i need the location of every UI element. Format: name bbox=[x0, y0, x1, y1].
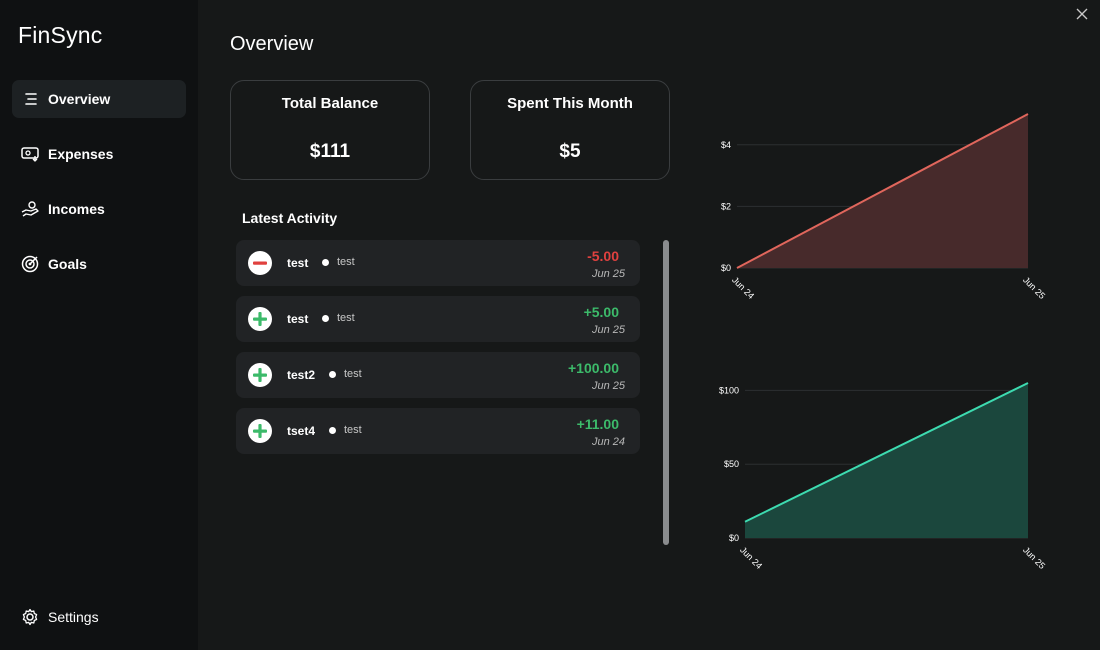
sidebar-item-label: Incomes bbox=[48, 201, 105, 217]
activity-date: Jun 25 bbox=[591, 268, 625, 280]
page-title: Overview bbox=[230, 33, 314, 55]
gear-icon bbox=[21, 608, 39, 626]
activity-category: test bbox=[329, 368, 362, 380]
category-label: test bbox=[337, 312, 355, 324]
spent-this-month-card: Spent This Month $5 bbox=[470, 80, 670, 180]
activity-category: test bbox=[329, 424, 362, 436]
minus-icon bbox=[248, 251, 272, 275]
category-dot bbox=[322, 258, 329, 266]
activity-date: Jun 25 bbox=[591, 380, 625, 392]
card-value: $111 bbox=[309, 141, 351, 162]
category-dot bbox=[329, 370, 336, 378]
x-tick-label: Jun 25 bbox=[1021, 545, 1047, 571]
activity-name: test bbox=[287, 256, 309, 270]
category-label: test bbox=[344, 368, 362, 380]
activity-category: test bbox=[322, 256, 355, 268]
activity-list: test test -5.00 Jun 25 test test +5.00 J… bbox=[236, 240, 640, 464]
category-label: test bbox=[344, 424, 362, 436]
list-icon bbox=[21, 90, 39, 108]
wallet-icon bbox=[21, 145, 39, 163]
activity-name: tset4 bbox=[287, 424, 316, 438]
incomes-chart: $0 $50 $100 Jun 24 Jun 25 bbox=[719, 382, 1047, 571]
y-tick-label: $4 bbox=[721, 140, 731, 150]
x-tick-label: Jun 25 bbox=[1021, 275, 1047, 301]
sidebar: FinSync Overview Expenses Incomes Goals … bbox=[0, 0, 198, 650]
activity-name: test2 bbox=[287, 368, 316, 382]
y-tick-label: $0 bbox=[729, 533, 739, 543]
activity-scrollbar[interactable] bbox=[663, 240, 669, 545]
activity-name: test bbox=[287, 312, 309, 326]
y-tick-label: $50 bbox=[724, 459, 739, 469]
sidebar-item-label: Expenses bbox=[48, 146, 114, 162]
card-label: Spent This Month bbox=[507, 95, 633, 112]
sidebar-nav: Overview Expenses Incomes Goals bbox=[12, 80, 186, 300]
total-balance-card: Total Balance $111 bbox=[230, 80, 430, 180]
card-label: Total Balance bbox=[281, 95, 379, 112]
y-tick-label: $2 bbox=[721, 201, 731, 211]
card-value: $5 bbox=[559, 141, 581, 162]
activity-category: test bbox=[322, 312, 355, 324]
sidebar-item-goals[interactable]: Goals bbox=[12, 245, 186, 283]
x-tick-label: Jun 24 bbox=[738, 545, 764, 571]
latest-activity-title: Latest Activity bbox=[242, 210, 338, 226]
category-dot bbox=[329, 426, 336, 434]
sidebar-item-label: Overview bbox=[48, 91, 111, 107]
y-tick-label: $0 bbox=[721, 263, 731, 273]
settings-button[interactable]: Settings bbox=[21, 608, 99, 626]
category-label: test bbox=[337, 256, 355, 268]
app-title: FinSync bbox=[18, 22, 103, 48]
activity-amount: -5.00 bbox=[587, 248, 619, 264]
plus-icon bbox=[248, 307, 272, 331]
area-fill bbox=[745, 383, 1028, 538]
plus-icon bbox=[248, 363, 272, 387]
y-tick-label: $100 bbox=[719, 385, 739, 395]
list-item[interactable]: test2 test +100.00 Jun 25 bbox=[236, 352, 640, 398]
activity-amount: +5.00 bbox=[583, 304, 619, 320]
plus-icon bbox=[248, 419, 272, 443]
expenses-chart: $0 $2 $4 Jun 24 Jun 25 bbox=[721, 113, 1047, 301]
activity-amount: +11.00 bbox=[576, 416, 619, 432]
sidebar-item-expenses[interactable]: Expenses bbox=[12, 135, 186, 173]
list-item[interactable]: test test +5.00 Jun 25 bbox=[236, 296, 640, 342]
activity-date: Jun 25 bbox=[591, 324, 625, 336]
sidebar-item-label: Goals bbox=[48, 256, 87, 272]
sidebar-item-overview[interactable]: Overview bbox=[12, 80, 186, 118]
sidebar-item-incomes[interactable]: Incomes bbox=[12, 190, 186, 228]
list-item[interactable]: test test -5.00 Jun 25 bbox=[236, 240, 640, 286]
close-icon[interactable] bbox=[1074, 6, 1090, 22]
target-icon bbox=[21, 255, 39, 273]
list-item[interactable]: tset4 test +11.00 Jun 24 bbox=[236, 408, 640, 454]
activity-date: Jun 24 bbox=[591, 436, 625, 448]
x-tick-label: Jun 24 bbox=[730, 275, 756, 301]
category-dot bbox=[322, 314, 329, 322]
hand-coin-icon bbox=[21, 200, 39, 218]
settings-label: Settings bbox=[48, 609, 99, 625]
activity-amount: +100.00 bbox=[568, 360, 619, 376]
